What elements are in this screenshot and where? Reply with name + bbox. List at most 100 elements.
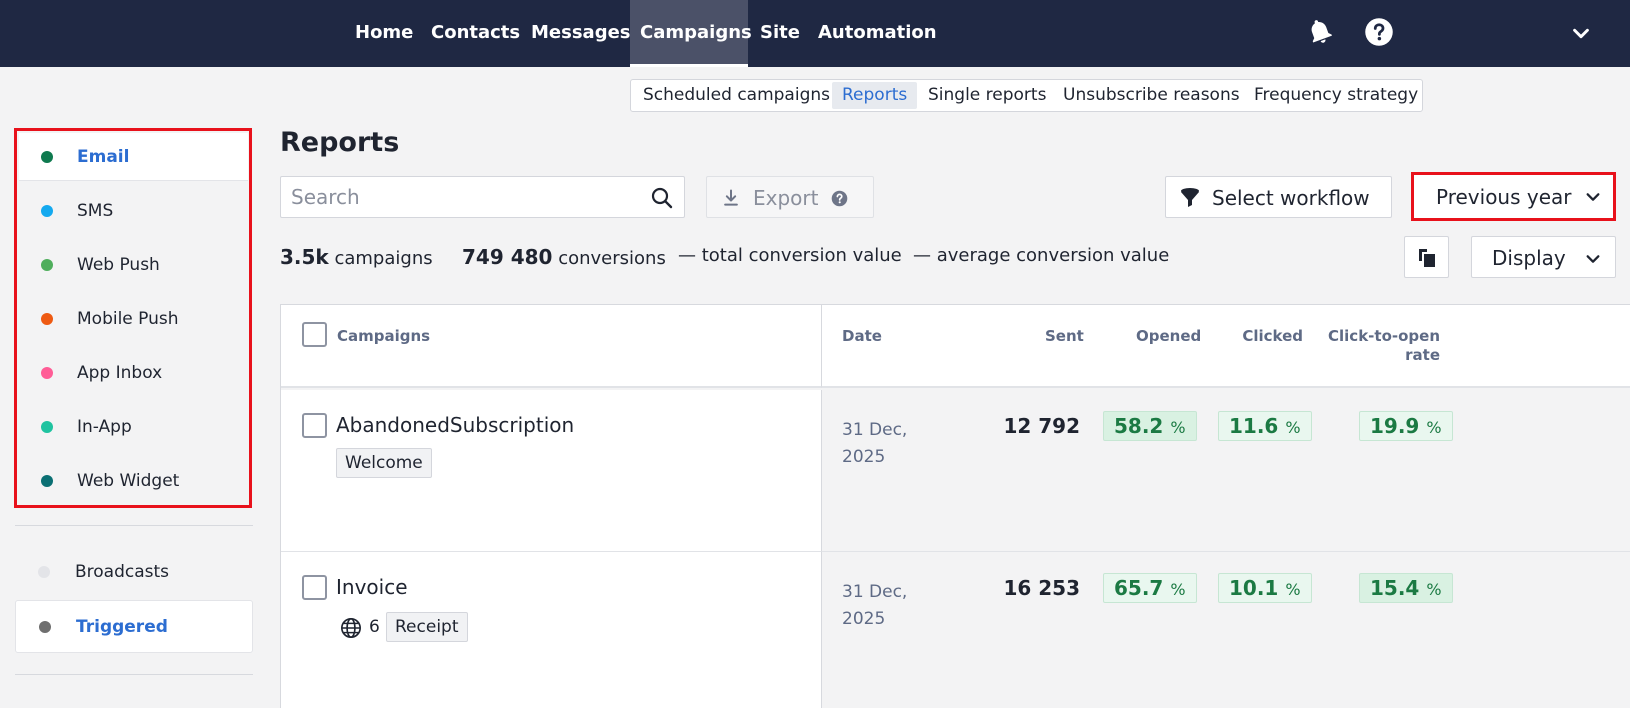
select-workflow-button[interactable]: Select workflow xyxy=(1165,176,1392,218)
row-checkbox[interactable] xyxy=(302,413,327,438)
campaigns-stat: 3.5k campaigns xyxy=(280,245,433,269)
tab-scheduled-campaigns[interactable]: Scheduled campaigns xyxy=(633,82,840,109)
status-dot xyxy=(41,259,53,271)
chevron-down-icon xyxy=(1586,255,1600,263)
campaign-date: 31 Dec, xyxy=(842,582,908,602)
select-all-checkbox[interactable] xyxy=(302,322,327,347)
sidebar-item-triggered[interactable]: Triggered xyxy=(15,600,253,653)
conversions-count: 749 480 xyxy=(462,245,553,269)
search-input[interactable] xyxy=(291,185,621,209)
tab-frequency-strategy[interactable]: Frequency strategy xyxy=(1244,82,1428,109)
search-field[interactable] xyxy=(280,176,685,218)
search-icon[interactable] xyxy=(650,186,674,210)
average-conversion-value-stat: — average conversion value xyxy=(913,245,1169,266)
click-to-open-rate-value: 15.4 xyxy=(1370,576,1420,600)
sent-count: 16 253 xyxy=(1003,576,1080,600)
header-date[interactable]: Date xyxy=(842,327,882,345)
percent-unit: % xyxy=(1285,418,1301,437)
conversions-stat: 749 480 conversions xyxy=(462,245,666,269)
sidebar-item-label: Web Push xyxy=(77,255,160,275)
select-workflow-label: Select workflow xyxy=(1212,186,1370,210)
sidebar-item-in-app[interactable]: In-App xyxy=(19,403,248,451)
header-sent[interactable]: Sent xyxy=(1045,327,1084,345)
sent-count: 12 792 xyxy=(1003,414,1080,438)
sidebar-item-label: Triggered xyxy=(76,617,168,637)
campaigns-count: 3.5k xyxy=(280,245,329,269)
table-row: AbandonedSubscription Welcome xyxy=(281,390,822,552)
campaign-date-year: 2025 xyxy=(842,609,886,629)
table-row-metrics: 31 Dec, 2025 12 792 58.2 % 11.6 % 19.9 % xyxy=(822,390,1630,552)
percent-unit: % xyxy=(1426,580,1442,599)
nav-messages[interactable]: Messages xyxy=(531,0,631,67)
tab-single-reports[interactable]: Single reports xyxy=(918,82,1056,109)
opened-rate: 65.7 % xyxy=(1103,573,1197,603)
top-navigation: Home Contacts Messages Campaigns Site Au… xyxy=(0,0,1630,67)
sidebar-item-app-inbox[interactable]: App Inbox xyxy=(19,349,248,397)
campaign-tag: Receipt xyxy=(386,612,468,642)
sidebar-item-email[interactable]: Email xyxy=(19,133,248,181)
sidebar-item-mobile-push[interactable]: Mobile Push xyxy=(19,295,248,343)
chevron-down-icon[interactable] xyxy=(1570,22,1592,44)
sidebar-item-label: SMS xyxy=(77,201,114,221)
sidebar-item-label: App Inbox xyxy=(77,363,163,383)
click-to-open-rate-value: 19.9 xyxy=(1370,414,1420,438)
download-icon xyxy=(724,189,738,206)
header-clicked[interactable]: Clicked xyxy=(1227,327,1303,345)
header-click-to-open-rate-line2: rate xyxy=(1405,346,1440,364)
table-header-campaigns: Campaigns xyxy=(281,305,822,388)
filter-icon xyxy=(1181,188,1199,207)
status-dot xyxy=(41,313,53,325)
display-dropdown[interactable]: Display xyxy=(1471,236,1616,278)
sidebar-item-web-widget[interactable]: Web Widget xyxy=(19,457,248,505)
sidebar-item-label: Mobile Push xyxy=(77,309,179,329)
campaign-name[interactable]: Invoice xyxy=(336,575,408,599)
sidebar-item-sms[interactable]: SMS xyxy=(19,187,248,235)
sidebar-item-web-push[interactable]: Web Push xyxy=(19,241,248,289)
click-to-open-rate: 15.4 % xyxy=(1359,573,1453,603)
tab-reports[interactable]: Reports xyxy=(832,82,918,109)
table-row-metrics: 31 Dec, 2025 16 253 65.7 % 10.1 % 15.4 % xyxy=(822,552,1630,708)
status-dot xyxy=(41,475,53,487)
percent-unit: % xyxy=(1170,418,1186,437)
campaign-date-year: 2025 xyxy=(842,447,886,467)
table-row: Invoice 6 Receipt xyxy=(281,552,822,708)
total-conversion-value-label: total conversion value xyxy=(701,245,902,266)
channel-filter-list: Email SMS Web Push Mobile Push App Inbox… xyxy=(14,128,252,508)
header-opened[interactable]: Opened xyxy=(1136,327,1201,345)
globe-icon xyxy=(341,618,361,638)
nav-home[interactable]: Home xyxy=(355,0,413,67)
header-campaigns[interactable]: Campaigns xyxy=(337,327,430,345)
percent-unit: % xyxy=(1426,418,1442,437)
opened-rate-value: 58.2 xyxy=(1114,414,1164,438)
header-click-to-open-rate[interactable]: Click-to-open xyxy=(1322,327,1440,345)
clicked-rate-value: 10.1 xyxy=(1229,576,1279,600)
total-conversion-value-stat: — total conversion value xyxy=(678,245,902,266)
tab-unsubscribe-reasons[interactable]: Unsubscribe reasons xyxy=(1053,82,1250,109)
nav-automation[interactable]: Automation xyxy=(818,0,937,67)
nav-campaigns[interactable]: Campaigns xyxy=(630,0,752,67)
status-dot xyxy=(41,205,53,217)
conversions-count-label: conversions xyxy=(558,248,666,269)
status-dot xyxy=(38,566,50,578)
sidebar-item-broadcasts[interactable]: Broadcasts xyxy=(15,546,253,599)
period-dropdown[interactable]: Previous year xyxy=(1411,172,1616,221)
export-button[interactable]: Export xyxy=(706,176,874,218)
total-conversion-value: — xyxy=(678,245,696,266)
clicked-rate: 11.6 % xyxy=(1218,411,1312,441)
campaign-date: 31 Dec, xyxy=(842,420,908,440)
bell-icon[interactable] xyxy=(1305,17,1335,47)
percent-unit: % xyxy=(1170,580,1186,599)
clicked-rate-value: 11.6 xyxy=(1229,414,1279,438)
export-label: Export xyxy=(753,186,819,210)
copy-button[interactable] xyxy=(1404,236,1449,278)
campaign-name[interactable]: AbandonedSubscription xyxy=(336,413,574,437)
nav-contacts[interactable]: Contacts xyxy=(431,0,520,67)
sidebar-item-label: Broadcasts xyxy=(75,562,170,582)
page-title: Reports xyxy=(280,127,400,158)
help-icon[interactable] xyxy=(1364,17,1394,47)
row-checkbox[interactable] xyxy=(302,575,327,600)
status-dot xyxy=(41,421,53,433)
nav-site[interactable]: Site xyxy=(760,0,800,67)
sidebar-item-label: In-App xyxy=(77,417,132,437)
help-icon[interactable] xyxy=(831,190,848,207)
